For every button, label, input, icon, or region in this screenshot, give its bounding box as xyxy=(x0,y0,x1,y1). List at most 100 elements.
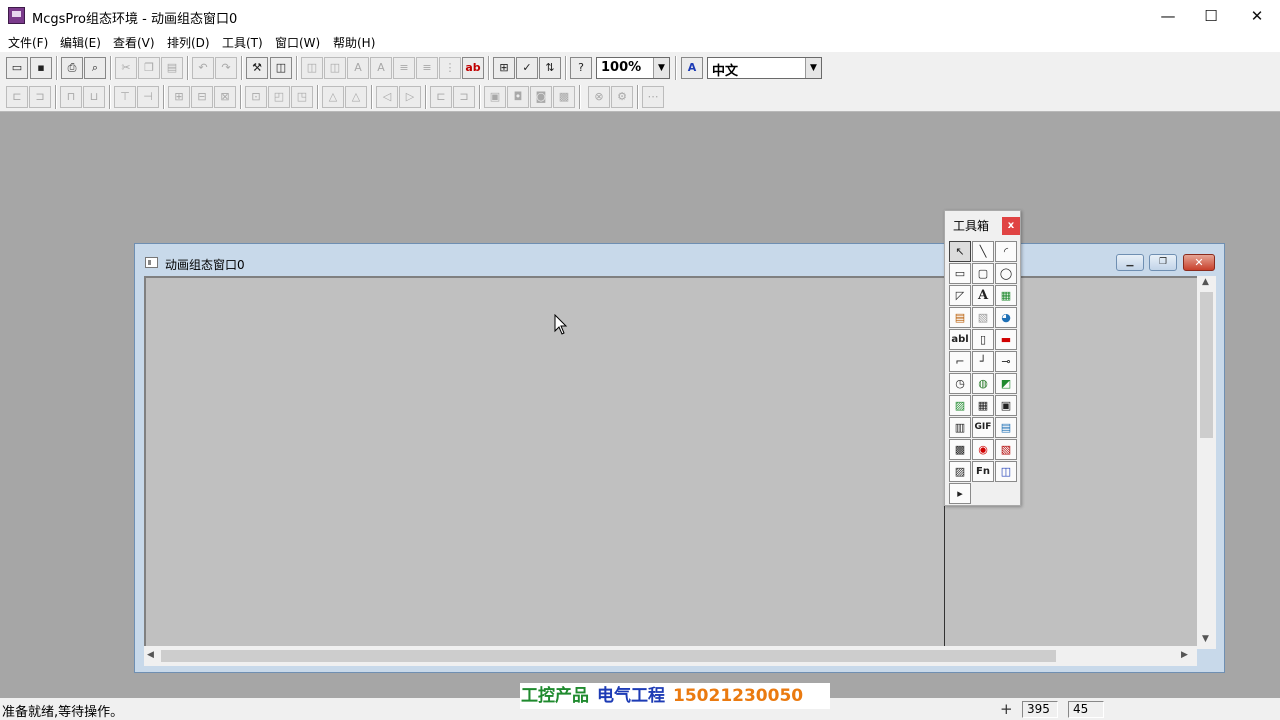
menu-window[interactable]: 窗口(W) xyxy=(275,34,320,51)
properties-icon[interactable]: ◫ xyxy=(270,57,292,79)
input-box-tool-icon[interactable]: abl xyxy=(949,329,971,350)
grid-toggle-icon[interactable]: ⋯ xyxy=(642,86,664,108)
space-horizontal-icon[interactable]: ◰ xyxy=(268,86,290,108)
copy-icon[interactable]: ❐ xyxy=(138,57,160,79)
maximize-button[interactable]: ☐ xyxy=(1188,0,1234,32)
zoom-select[interactable]: 100% ▼ xyxy=(596,57,670,79)
align-top-icon[interactable]: ⊓ xyxy=(60,86,82,108)
tools-icon[interactable]: ⚒ xyxy=(246,57,268,79)
report-tool-icon[interactable]: ▥ xyxy=(949,417,971,438)
polygon-tool-icon[interactable]: ◸ xyxy=(949,285,971,306)
chevron-down-icon[interactable]: ▼ xyxy=(653,58,669,78)
slider-tool-icon[interactable]: ▬ xyxy=(995,329,1017,350)
combo-box-tool-icon[interactable]: ◫ xyxy=(995,461,1017,482)
same-width-icon[interactable]: ⊠ xyxy=(214,86,236,108)
bitmap-tool-icon[interactable]: ▦ xyxy=(995,285,1017,306)
design-canvas[interactable] xyxy=(144,276,1207,651)
flip-vertical-icon[interactable]: ▷ xyxy=(399,86,421,108)
arc-tool-icon[interactable]: ◜ xyxy=(995,241,1017,262)
bring-front-icon[interactable]: ▣ xyxy=(484,86,506,108)
scroll-up-icon[interactable]: ▲ xyxy=(1202,277,1209,287)
child-restore-button[interactable]: ❐ xyxy=(1149,254,1177,271)
bring-forward-icon[interactable]: ◙ xyxy=(530,86,552,108)
same-size-icon[interactable]: ⊞ xyxy=(168,86,190,108)
scroll-down-icon[interactable]: ▼ xyxy=(1202,634,1209,644)
pipe-tool-icon[interactable]: ⌐ xyxy=(949,351,971,372)
new-window-icon[interactable]: ▭ xyxy=(6,57,28,79)
lock-icon[interactable]: ⊗ xyxy=(588,86,610,108)
flow-line-tool-icon[interactable]: ┘ xyxy=(972,351,994,372)
grid-icon[interactable]: ⋮ xyxy=(439,57,461,79)
align-left-icon[interactable]: ⊏ xyxy=(6,86,28,108)
alarm-browse-tool-icon[interactable]: ▧ xyxy=(995,439,1017,460)
menu-edit[interactable]: 编辑(E) xyxy=(60,34,101,51)
rotate-right-icon[interactable]: △ xyxy=(345,86,367,108)
ungroup-icon[interactable]: ⊐ xyxy=(453,86,475,108)
menu-view[interactable]: 查看(V) xyxy=(113,34,155,51)
xy-curve-tool-icon[interactable]: ▤ xyxy=(995,417,1017,438)
vertical-scrollbar[interactable]: ▲ ▼ xyxy=(1197,276,1216,649)
undo-icon[interactable]: ↶ xyxy=(192,57,214,79)
meter-tool-icon[interactable]: ◷ xyxy=(949,373,971,394)
line-width-icon[interactable]: ≡ xyxy=(416,57,438,79)
ellipse-tool-icon[interactable]: ◯ xyxy=(995,263,1017,284)
chevron-down-icon[interactable]: ▼ xyxy=(805,58,821,78)
group-icon[interactable]: ⊏ xyxy=(430,86,452,108)
indicator-tool-icon[interactable]: ◍ xyxy=(972,373,994,394)
print-icon[interactable]: ⎙ xyxy=(61,57,83,79)
save-element-icon[interactable]: ◕ xyxy=(995,307,1017,328)
center-vertical-icon[interactable]: ⊤ xyxy=(114,86,136,108)
fill-color-icon[interactable]: ◫ xyxy=(301,57,323,79)
pointer-tool-icon[interactable]: ↖ xyxy=(949,241,971,262)
save-icon[interactable]: ▪ xyxy=(30,57,52,79)
menu-arrange[interactable]: 排列(D) xyxy=(167,34,210,51)
child-close-button[interactable]: ✕ xyxy=(1183,254,1215,271)
same-height-icon[interactable]: ⊟ xyxy=(191,86,213,108)
minimize-button[interactable]: — xyxy=(1145,0,1191,32)
line-style-icon[interactable]: ≡ xyxy=(393,57,415,79)
history-curve-tool-icon[interactable]: ▨ xyxy=(949,395,971,416)
send-backward-icon[interactable]: ▩ xyxy=(553,86,575,108)
cut-icon[interactable]: ✂ xyxy=(115,57,137,79)
print-preview-icon[interactable]: ⌕ xyxy=(84,57,106,79)
trend-tool-icon[interactable]: ◩ xyxy=(995,373,1017,394)
flow-block-tool-icon[interactable]: ▯ xyxy=(972,329,994,350)
rounded-rect-tool-icon[interactable]: ▢ xyxy=(972,263,994,284)
input-method-icon[interactable]: A xyxy=(681,57,703,79)
language-select[interactable]: 中文 ▼ xyxy=(707,57,822,79)
unlock-icon[interactable]: ⚙ xyxy=(611,86,633,108)
paste-icon[interactable]: ▤ xyxy=(161,57,183,79)
rotate-left-icon[interactable]: △ xyxy=(322,86,344,108)
scroll-left-icon[interactable]: ◀ xyxy=(147,650,154,660)
library-tool-icon[interactable]: ▤ xyxy=(949,307,971,328)
align-right-icon[interactable]: ⊐ xyxy=(29,86,51,108)
insert-element-icon[interactable]: ▧ xyxy=(972,307,994,328)
vertical-scroll-thumb[interactable] xyxy=(1200,292,1213,438)
flip-horizontal-icon[interactable]: ◁ xyxy=(376,86,398,108)
line-tool-icon[interactable]: ╲ xyxy=(972,241,994,262)
table-tool-icon[interactable]: ▦ xyxy=(972,395,994,416)
horizontal-scroll-thumb[interactable] xyxy=(161,650,1056,662)
rectangle-tool-icon[interactable]: ▭ xyxy=(949,263,971,284)
space-even-icon[interactable]: ⊡ xyxy=(245,86,267,108)
menu-file[interactable]: 文件(F) xyxy=(8,34,48,51)
switch-tool-icon[interactable]: ⊸ xyxy=(995,351,1017,372)
close-button[interactable]: ✕ xyxy=(1234,0,1280,32)
video-tool-icon[interactable]: ▸ xyxy=(949,483,971,504)
gif-tool-icon[interactable]: GIF xyxy=(972,417,994,438)
label-tool-icon[interactable]: A xyxy=(972,285,994,306)
font-icon[interactable]: A xyxy=(370,57,392,79)
alarm-tool-icon[interactable]: ◉ xyxy=(972,439,994,460)
scroll-right-icon[interactable]: ▶ xyxy=(1181,650,1188,660)
function-button-tool-icon[interactable]: Fn xyxy=(972,461,994,482)
redo-icon[interactable]: ↷ xyxy=(215,57,237,79)
space-vertical-icon[interactable]: ◳ xyxy=(291,86,313,108)
help-icon[interactable]: ? xyxy=(570,57,592,79)
center-horizontal-icon[interactable]: ⊣ xyxy=(137,86,159,108)
menu-tools[interactable]: 工具(T) xyxy=(222,34,263,51)
text-icon[interactable]: ab xyxy=(462,57,484,79)
align-bottom-icon[interactable]: ⊔ xyxy=(83,86,105,108)
check-icon[interactable]: ✓ xyxy=(516,57,538,79)
sort-icon[interactable]: ⇅ xyxy=(539,57,561,79)
dialog-icon[interactable]: ⊞ xyxy=(493,57,515,79)
